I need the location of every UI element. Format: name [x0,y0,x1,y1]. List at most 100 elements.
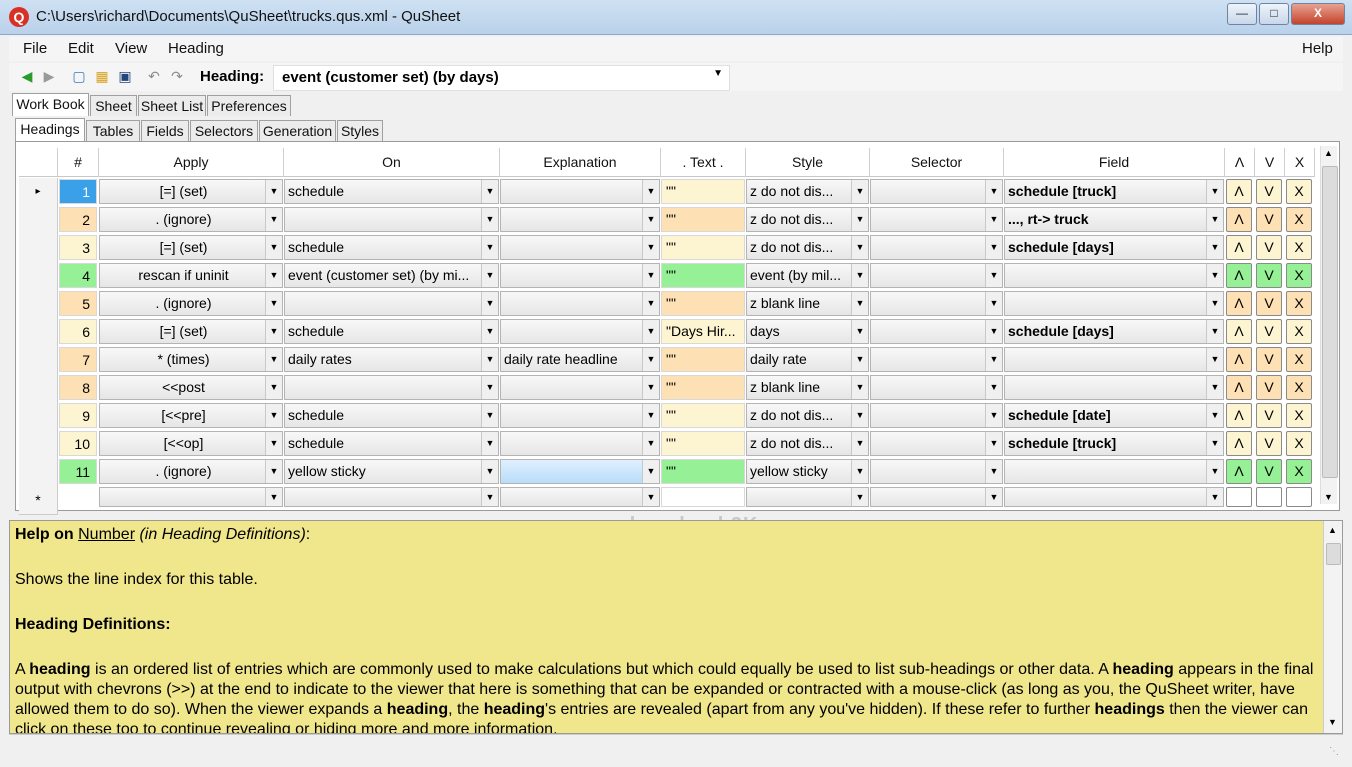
style-select[interactable]: z do not dis... ▼ [746,403,869,428]
field-select[interactable]: schedule [date] ▼ [1004,403,1224,428]
text-field[interactable]: "" [661,347,745,372]
row-number-cell[interactable]: 1 [59,179,97,204]
move-down-button[interactable]: V [1256,375,1282,400]
column-header-apply[interactable]: Apply [99,148,284,177]
chevron-down-icon[interactable]: ▼ [1206,236,1223,259]
table-row[interactable]: 5. (ignore) ▼ ▼ ▼ "" z blank line ▼ ▼ ▼ Λ V X [16,290,1316,319]
explanation-select[interactable]: ▼ [500,235,660,260]
delete-row-button[interactable]: X [1286,207,1312,232]
apply-select[interactable]: [<<pre] ▼ [99,403,283,428]
selector-select[interactable]: ▼ [870,431,1003,456]
apply-select[interactable]: . (ignore) ▼ [99,459,283,484]
tab-fields[interactable]: Fields [141,120,189,141]
move-up-button[interactable]: Λ [1226,263,1252,288]
selector-select[interactable]: ▼ [870,347,1003,372]
text-field[interactable]: "" [661,291,745,316]
field-select[interactable]: schedule [truck] ▼ [1004,431,1224,456]
scroll-up-arrow-icon[interactable]: ▲ [1324,148,1333,158]
row-header[interactable] [19,318,58,347]
selector-select[interactable]: ▼ [870,263,1003,288]
row-header[interactable] [19,234,58,263]
tab-generation[interactable]: Generation [259,120,336,141]
row-header[interactable] [19,458,58,487]
chevron-down-icon[interactable]: ▼ [1206,208,1223,231]
chevron-down-icon[interactable]: ▼ [265,208,282,231]
delete-row-button[interactable]: X [1286,431,1312,456]
new-row[interactable]: * ▼ ▼ ▼ ▼ ▼ ▼ [16,486,1316,515]
chevron-down-icon[interactable]: ▼ [985,292,1002,315]
chevron-down-icon[interactable]: ▼ [985,404,1002,427]
move-down-button[interactable]: V [1256,403,1282,428]
chevron-down-icon[interactable]: ▼ [481,404,498,427]
new-row-on-select[interactable]: ▼ [284,487,499,507]
chevron-down-icon[interactable]: ▼ [851,376,868,399]
chevron-down-icon[interactable]: ▼ [265,320,282,343]
column-header-explanation[interactable]: Explanation [500,148,661,177]
style-select[interactable]: z blank line ▼ [746,291,869,316]
on-select[interactable]: ▼ [284,291,499,316]
chevron-down-icon[interactable]: ▼ [985,236,1002,259]
row-number-cell[interactable]: 8 [59,375,97,400]
field-select[interactable]: ▼ [1004,459,1224,484]
new-row-delete-button[interactable] [1286,487,1312,507]
field-select[interactable]: schedule [days] ▼ [1004,319,1224,344]
chevron-down-icon[interactable]: ▼ [851,460,868,483]
open-folder-icon[interactable]: ▦ [93,67,111,85]
text-field[interactable]: "" [661,403,745,428]
field-select[interactable]: schedule [truck] ▼ [1004,179,1224,204]
text-field[interactable]: "" [661,179,745,204]
text-field[interactable]: "" [661,235,745,260]
field-select[interactable]: ▼ [1004,291,1224,316]
move-down-button[interactable]: V [1256,179,1282,204]
apply-select[interactable]: [=] (set) ▼ [99,319,283,344]
move-up-button[interactable]: Λ [1226,291,1252,316]
style-select[interactable]: event (by mil... ▼ [746,263,869,288]
delete-row-button[interactable]: X [1286,179,1312,204]
column-header-style[interactable]: Style [746,148,870,177]
style-select[interactable]: z do not dis... ▼ [746,235,869,260]
chevron-down-icon[interactable]: ▼ [481,208,498,231]
chevron-down-icon[interactable]: ▼ [481,320,498,343]
help-scrollbar[interactable]: ▲ ▼ [1323,521,1342,733]
explanation-select[interactable]: ▼ [500,375,660,400]
selector-select[interactable]: ▼ [870,179,1003,204]
row-header[interactable] [19,290,58,319]
chevron-down-icon[interactable]: ▼ [265,460,282,483]
chevron-down-icon[interactable]: ▼ [985,376,1002,399]
chevron-down-icon[interactable]: ▼ [851,432,868,455]
selector-select[interactable]: ▼ [870,403,1003,428]
chevron-down-icon[interactable]: ▼ [851,236,868,259]
row-number-cell[interactable]: 6 [59,319,97,344]
on-select[interactable]: schedule ▼ [284,403,499,428]
apply-select[interactable]: [=] (set) ▼ [99,179,283,204]
explanation-select[interactable]: ▼ [500,319,660,344]
row-number-cell[interactable]: 10 [59,431,97,456]
table-row[interactable]: 6 [=] (set) ▼ schedule ▼ ▼ "Days Hir... days ▼ ▼ s… [16,318,1316,347]
chevron-down-icon[interactable]: ▼ [985,208,1002,231]
tab-tables[interactable]: Tables [86,120,140,141]
row-number-cell[interactable]: 11 [59,459,97,484]
tab-headings[interactable]: Headings [15,118,85,141]
explanation-select[interactable]: ▼ [500,207,660,232]
tab-selectors[interactable]: Selectors [190,120,258,141]
chevron-down-icon[interactable]: ▼ [642,292,659,315]
move-up-button[interactable]: Λ [1226,459,1252,484]
explanation-select[interactable]: ▼ [500,431,660,456]
menu-heading[interactable]: Heading [168,40,224,57]
move-up-button[interactable]: Λ [1226,319,1252,344]
move-down-button[interactable]: V [1256,263,1282,288]
selector-select[interactable]: ▼ [870,459,1003,484]
explanation-select[interactable]: ▼ [500,403,660,428]
tab-styles[interactable]: Styles [337,120,383,141]
column-header-selector[interactable]: Selector [870,148,1004,177]
tab-work-book[interactable]: Work Book [12,93,89,116]
table-row[interactable]: 9 [<<pre] ▼ schedule ▼ ▼ "" z do not dis... ▼ ▼ sc… [16,402,1316,431]
on-select[interactable]: ▼ [284,375,499,400]
row-header[interactable] [19,374,58,403]
chevron-down-icon[interactable]: ▼ [481,460,498,483]
chevron-down-icon[interactable]: ▼ [642,208,659,231]
on-select[interactable]: schedule ▼ [284,235,499,260]
move-up-button[interactable]: Λ [1226,431,1252,456]
chevron-down-icon[interactable]: ▼ [265,432,282,455]
undo-icon[interactable]: ↶ [145,67,163,85]
